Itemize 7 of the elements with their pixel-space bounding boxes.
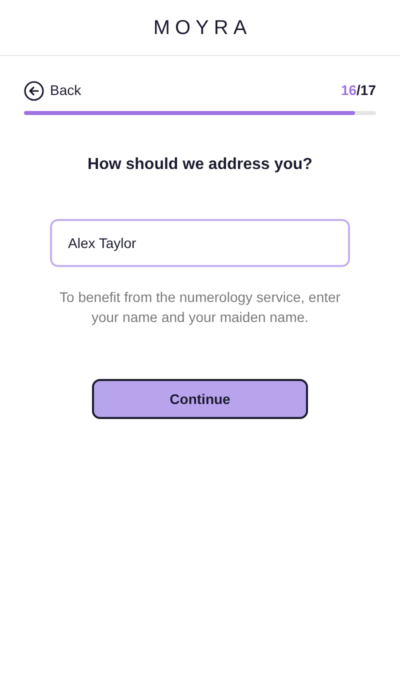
back-button[interactable]: Back: [24, 80, 82, 101]
continue-button[interactable]: Continue: [92, 379, 308, 419]
step-counter: 16/17: [340, 81, 376, 100]
hint-text: To benefit from the numerology service, enter your name and your maiden name.: [58, 288, 342, 327]
logo: MOYRA: [152, 16, 252, 40]
name-input-field[interactable]: Alex Taylor: [50, 219, 350, 267]
question-title: How should we address you?: [86, 155, 314, 175]
